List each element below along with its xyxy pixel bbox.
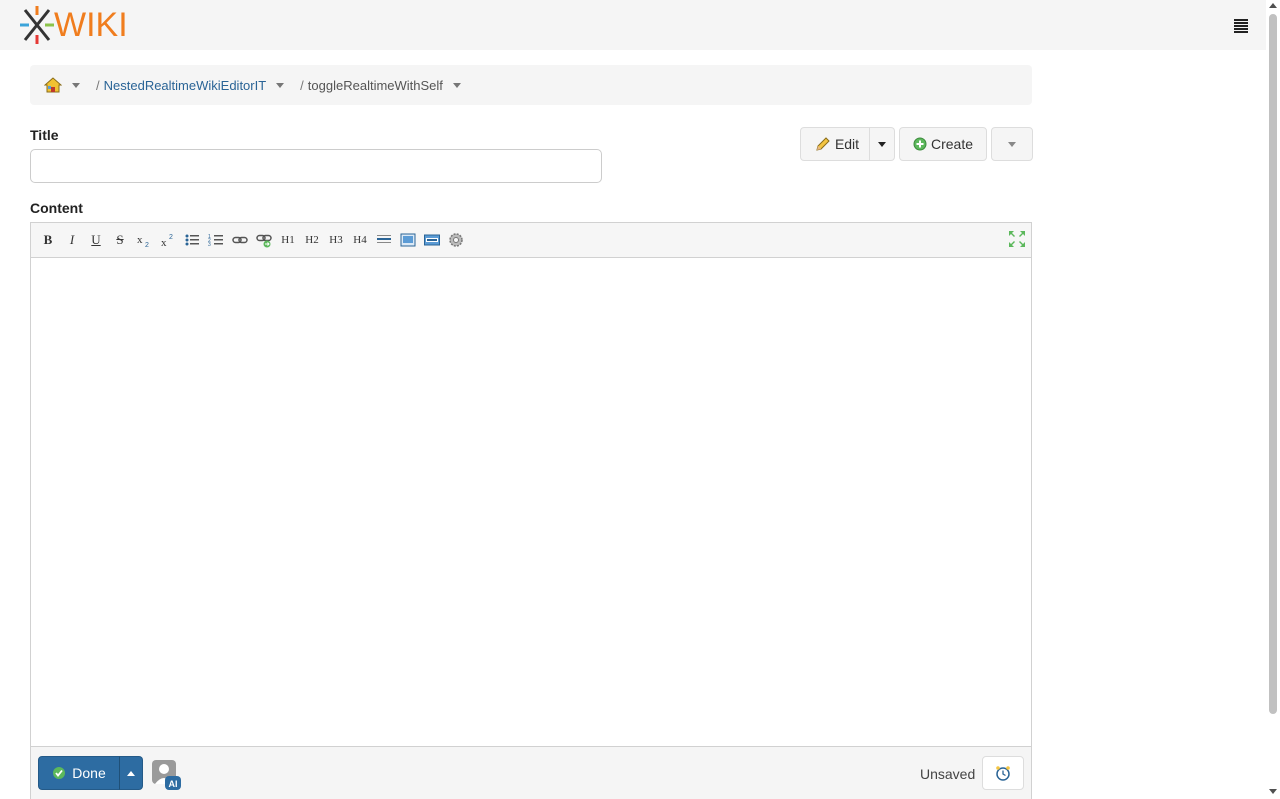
create-button-label: Create	[930, 136, 974, 152]
horizontal-rule-icon[interactable]	[376, 232, 392, 248]
svg-text:x: x	[137, 234, 143, 246]
maximize-icon[interactable]	[1008, 230, 1026, 248]
create-button[interactable]: Create	[899, 127, 987, 161]
page-actions: Edit Create	[800, 127, 1033, 161]
underline-button[interactable]: U	[88, 232, 104, 248]
done-menu-button[interactable]	[119, 756, 143, 790]
page-chevron-down-icon[interactable]	[452, 82, 461, 88]
italic-button[interactable]: I	[64, 232, 80, 248]
chevron-down-icon	[1008, 141, 1016, 147]
heading-4-button[interactable]: H4	[352, 232, 368, 248]
wysiwyg-editor: B I U S x 2 x 2 1 2 3 H1 H2 H3 H4 Done A…	[30, 222, 1032, 799]
scroll-down-icon[interactable]	[1269, 789, 1277, 794]
vertical-scrollbar[interactable]	[1266, 0, 1280, 799]
subscript-icon[interactable]: x 2	[136, 232, 152, 248]
alarm-clock-icon	[996, 766, 1010, 781]
svg-text:2: 2	[169, 234, 173, 241]
superscript-icon[interactable]: x 2	[160, 232, 176, 248]
heading-1-button[interactable]: H1	[280, 232, 296, 248]
user-avatar-icon[interactable]: AI	[152, 760, 182, 790]
scroll-up-icon[interactable]	[1269, 3, 1277, 8]
unlink-icon[interactable]	[256, 232, 272, 248]
image-icon[interactable]	[400, 232, 416, 248]
logo-x-icon	[20, 6, 54, 44]
chevron-up-icon	[127, 770, 135, 776]
content-editable-area[interactable]	[31, 259, 1031, 745]
bold-button[interactable]: B	[40, 232, 56, 248]
content-label: Content	[30, 200, 83, 216]
menu-icon[interactable]	[1234, 19, 1248, 33]
breadcrumb-item-page: toggleRealtimeWithSelf	[307, 77, 443, 93]
breadcrumb-separator: /	[96, 77, 100, 93]
home-chevron-down-icon[interactable]	[72, 82, 80, 88]
breadcrumb: / NestedRealtimeWikiEditorIT / toggleRea…	[30, 65, 1032, 105]
svg-text:x: x	[161, 237, 167, 248]
autosave-button[interactable]	[982, 756, 1024, 790]
logo-text: WIKI	[54, 6, 128, 44]
heading-2-button[interactable]: H2	[304, 232, 320, 248]
svg-text:3: 3	[208, 242, 211, 248]
svg-text:2: 2	[145, 242, 149, 248]
macro-gear-icon[interactable]	[448, 232, 464, 248]
editor-footer: Done AI Unsaved	[31, 746, 1031, 799]
editor-toolbar: B I U S x 2 x 2 1 2 3 H1 H2 H3 H4	[31, 223, 1031, 258]
edit-button-label: Edit	[834, 136, 860, 152]
add-icon	[913, 137, 927, 151]
html-icon[interactable]	[424, 232, 440, 248]
heading-3-button[interactable]: H3	[328, 232, 344, 248]
space-chevron-down-icon[interactable]	[276, 82, 285, 88]
scrollbar-thumb[interactable]	[1269, 14, 1277, 714]
chevron-down-icon	[878, 141, 886, 147]
check-icon	[53, 767, 66, 779]
link-icon[interactable]	[232, 232, 248, 248]
bulleted-list-icon[interactable]	[184, 232, 200, 248]
edit-button[interactable]: Edit	[800, 127, 870, 161]
title-label: Title	[30, 127, 59, 143]
done-button[interactable]: Done	[38, 756, 120, 790]
top-bar: WIKI	[0, 0, 1266, 50]
breadcrumb-item-space[interactable]: NestedRealtimeWikiEditorIT	[104, 78, 267, 93]
xwiki-logo[interactable]: WIKI	[20, 6, 128, 44]
strikethrough-button[interactable]: S	[112, 232, 128, 248]
done-button-label: Done	[72, 765, 106, 781]
title-input[interactable]	[30, 149, 602, 183]
pencil-icon	[816, 137, 830, 151]
breadcrumb-separator: /	[300, 77, 304, 93]
save-status: Unsaved	[920, 766, 976, 782]
home-icon[interactable]	[44, 77, 62, 93]
more-actions-button[interactable]	[991, 127, 1033, 161]
edit-menu-button[interactable]	[870, 127, 895, 161]
numbered-list-icon[interactable]: 1 2 3	[208, 232, 224, 248]
user-initials: AI	[169, 779, 178, 789]
